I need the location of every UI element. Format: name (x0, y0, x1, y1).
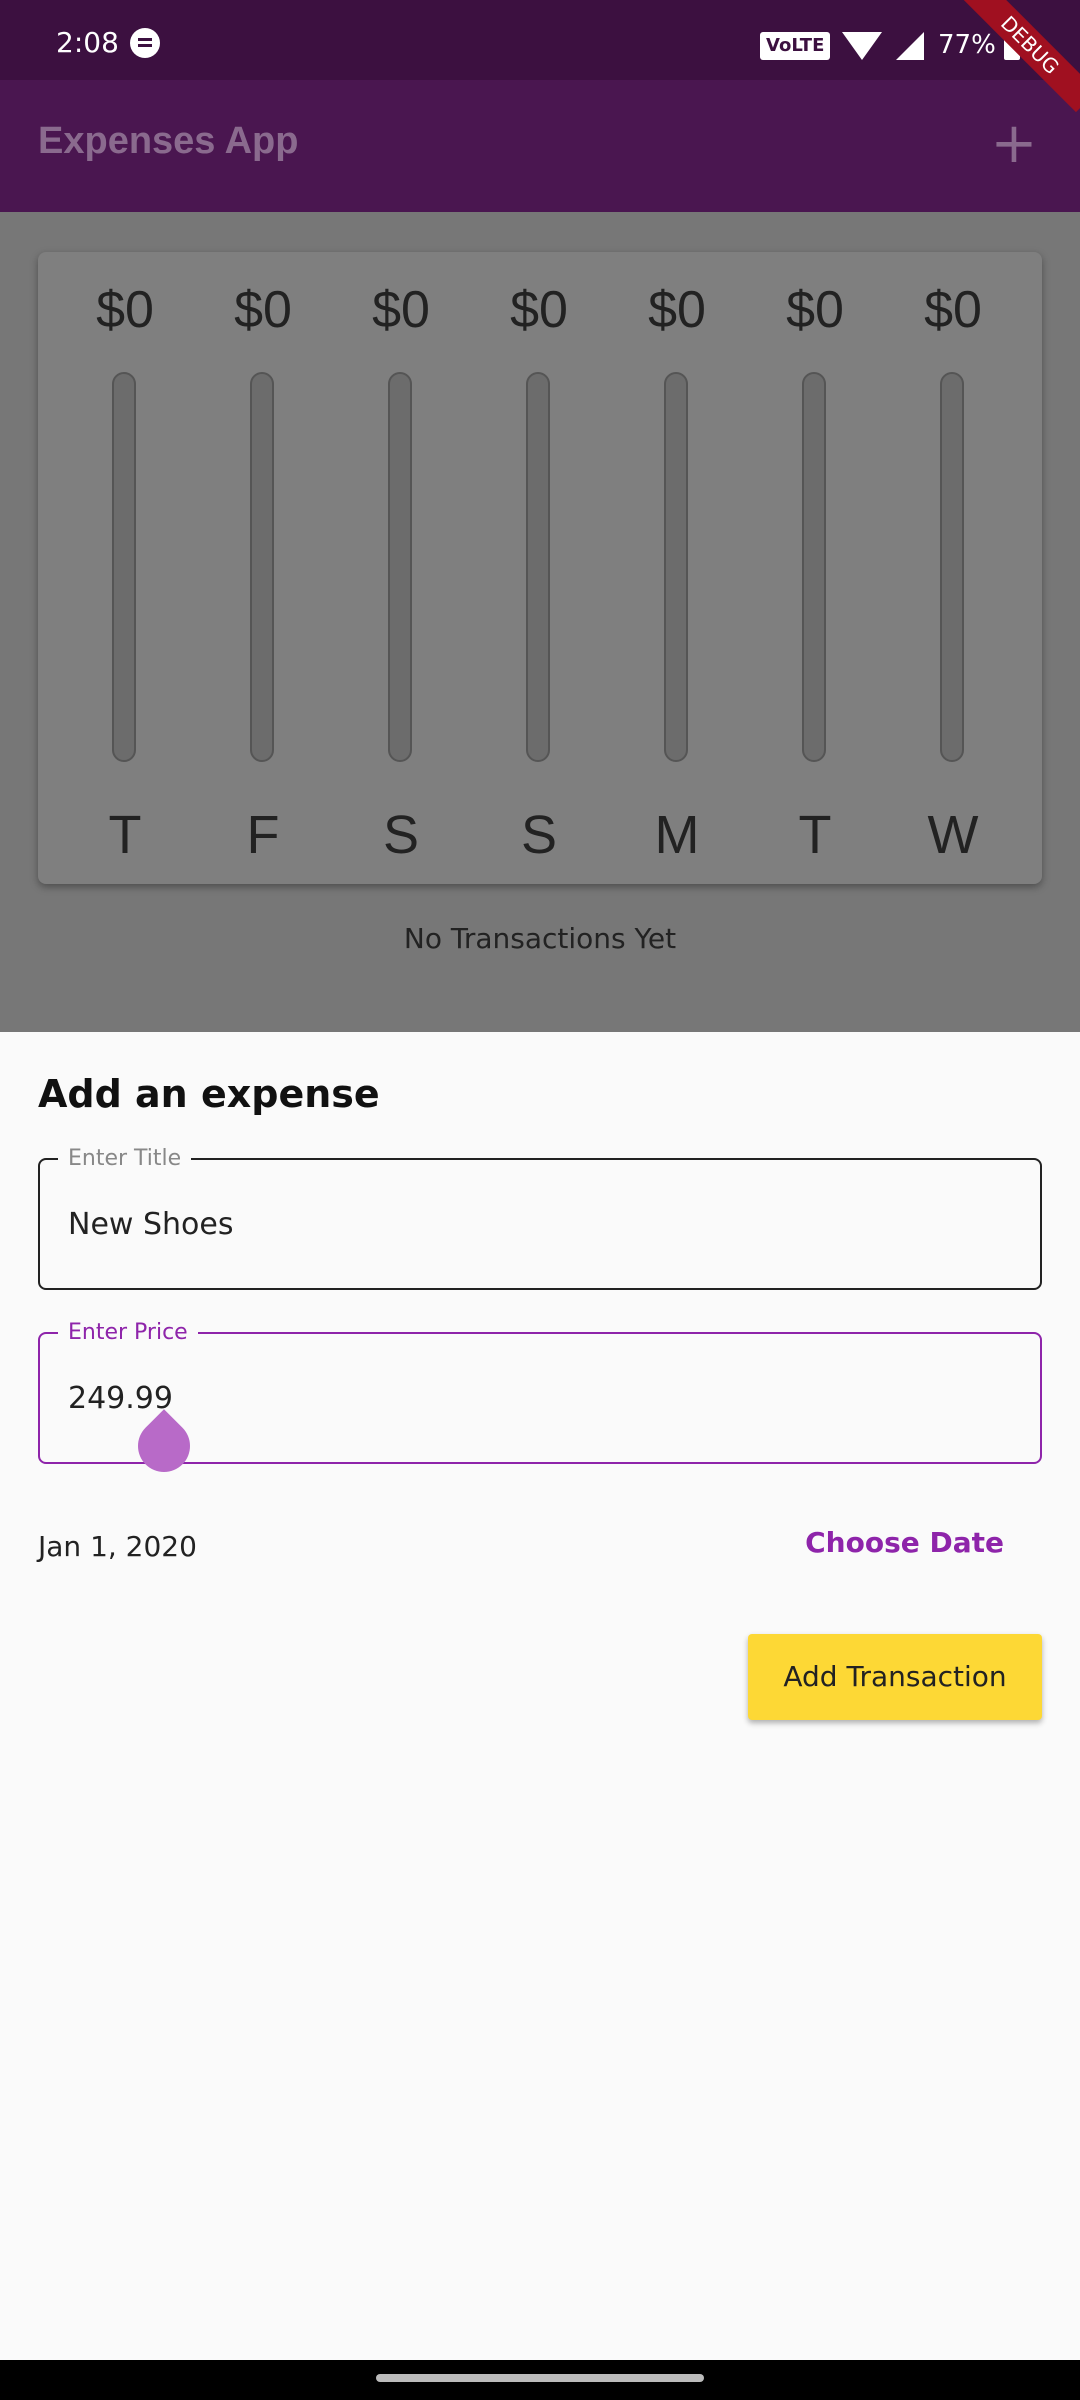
sheet-heading: Add an expense (38, 1072, 380, 1116)
chart-bar-day: S (520, 805, 558, 865)
title-field-label: Enter Title (58, 1146, 192, 1171)
chart-bar-5: $0 T (746, 252, 884, 884)
title-field[interactable]: Enter Title (38, 1146, 1042, 1290)
status-time: 2:08 (56, 26, 119, 59)
volte-badge: VoLTE (760, 32, 831, 60)
chart-bar-track (940, 372, 964, 762)
chart-bar-amount: $0 (234, 281, 292, 339)
chart-bar-3: $0 S (470, 252, 608, 884)
add-expense-sheet: Add an expense Enter Title Enter Price J… (0, 1032, 1080, 2360)
price-field-label: Enter Price (58, 1320, 198, 1345)
chart-bar-track (802, 372, 826, 762)
chart-bar-4: $0 M (608, 252, 746, 884)
chart-bar-amount: $0 (648, 281, 706, 339)
chart-bar-6: $0 W (884, 252, 1022, 884)
empty-state-text: No Transactions Yet (403, 922, 677, 955)
chart-bar-0: $0 T (56, 252, 194, 884)
chart-bar-track (664, 372, 688, 762)
add-icon[interactable]: + (984, 114, 1044, 174)
weekly-chart-card: $0 T $0 F $0 S $0 S $0 M $0 T $0 W (38, 252, 1042, 884)
selected-date: Jan 1, 2020 (38, 1530, 197, 1563)
message-icon (130, 28, 160, 58)
chart-bar-track (112, 372, 136, 762)
add-transaction-button[interactable]: Add Transaction (748, 1634, 1042, 1720)
chart-bar-amount: $0 (786, 281, 844, 339)
text-cursor-handle[interactable] (127, 1409, 201, 1483)
signal-icon (896, 32, 924, 60)
chart-bar-track (250, 372, 274, 762)
price-input[interactable] (68, 1376, 968, 1420)
chart-bar-day: W (927, 805, 979, 865)
app-bar: Expenses App + (0, 80, 1080, 212)
wifi-icon (842, 32, 882, 60)
battery-percent: 77% (938, 30, 996, 60)
chart-bar-amount: $0 (510, 281, 568, 339)
chart-bar-amount: $0 (96, 281, 154, 339)
scrim-background[interactable]: $0 T $0 F $0 S $0 S $0 M $0 T $0 W No Transactions Ye… (0, 212, 1080, 1032)
chart-bar-amount: $0 (372, 281, 430, 339)
title-input[interactable] (68, 1202, 968, 1246)
chart-bar-2: $0 S (332, 252, 470, 884)
choose-date-button[interactable]: Choose Date (805, 1526, 1004, 1559)
chart-bar-day: T (798, 805, 832, 865)
price-field[interactable]: Enter Price (38, 1320, 1042, 1483)
app-title: Expenses App (38, 120, 299, 162)
navigation-bar (0, 2360, 1080, 2400)
chart-bar-day: M (654, 805, 700, 865)
chart-bar-track (388, 372, 412, 762)
chart-bar-day: S (382, 805, 420, 865)
chart-bar-track (526, 372, 550, 762)
chart-bar-day: F (246, 805, 280, 865)
status-bar: 2:08 VoLTE 77% (0, 0, 1080, 80)
chart-bar-1: $0 F (194, 252, 332, 884)
chart-bar-amount: $0 (924, 281, 982, 339)
home-indicator[interactable] (376, 2374, 704, 2382)
chart-bar-day: T (108, 805, 142, 865)
